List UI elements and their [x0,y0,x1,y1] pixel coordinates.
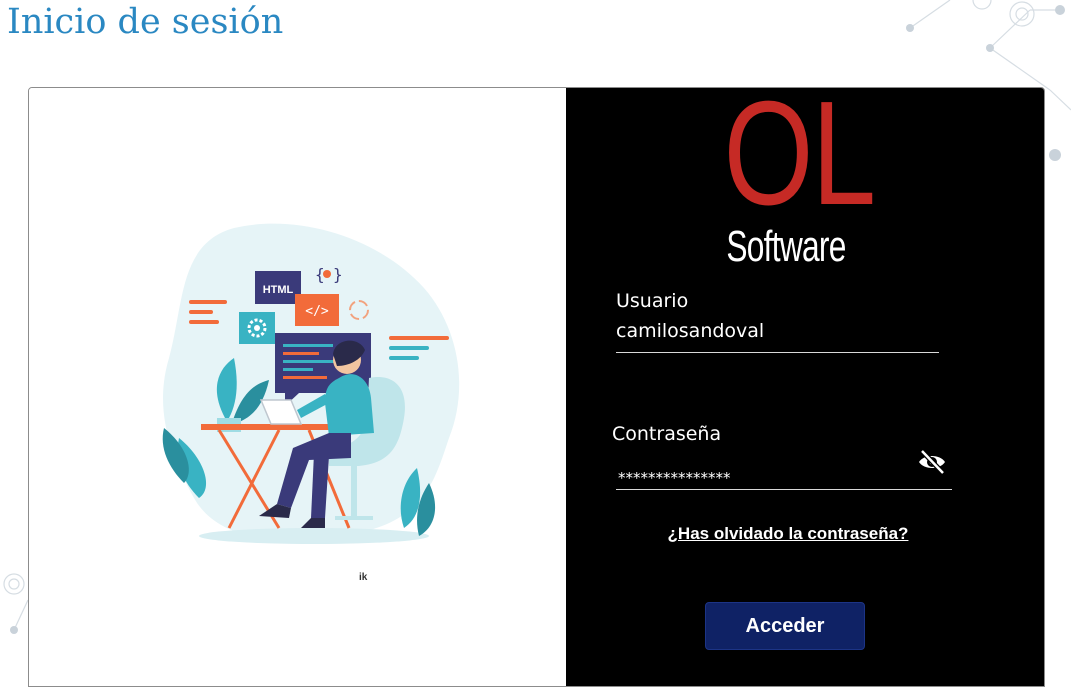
illustration-panel: HTML { } </> ik [29,88,566,686]
username-label: Usuario [616,290,689,312]
submit-button[interactable]: Acceder [705,602,865,650]
svg-text:}: } [333,265,343,284]
forgot-password-link[interactable]: ¿Has olvidado la contraseña? [653,524,923,544]
eye-off-icon [919,449,945,475]
svg-text:HTML: HTML [263,284,294,296]
username-underline [616,352,939,353]
svg-text:</>: </> [305,304,329,319]
logo-software: Software [726,222,846,271]
username-input[interactable] [616,320,916,342]
illustration-credit: ik [359,572,368,583]
password-underline [616,489,952,490]
page-title: Inicio de sesión [7,2,284,42]
password-input[interactable] [618,469,918,487]
toggle-password-visibility-button[interactable] [916,448,948,476]
login-card: HTML { } </> ik OL Software Usuario cami… [28,87,1045,687]
login-form-panel: OL Software Usuario Contraseña ¿Has olvi… [566,87,1044,686]
logo-ol: OL [723,87,876,236]
developer-at-desk-illustration: HTML { } </> [162,223,460,544]
password-label: Contraseña [612,423,722,445]
